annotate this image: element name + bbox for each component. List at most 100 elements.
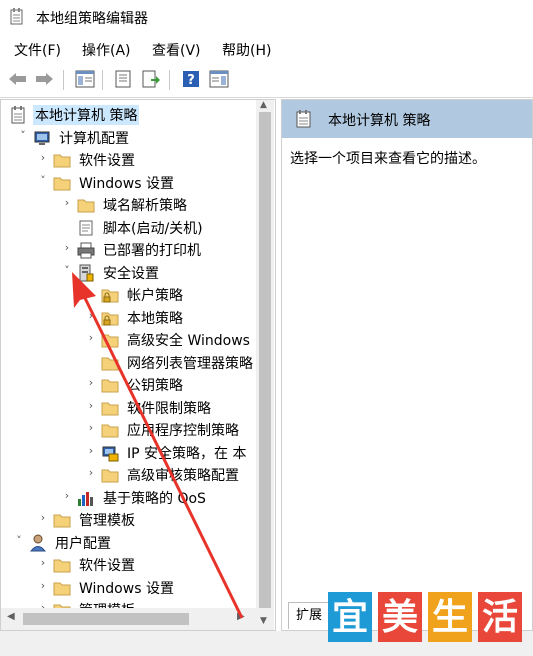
watermark-char: 宜 bbox=[328, 592, 372, 642]
policy-doc-icon bbox=[296, 110, 311, 128]
expand-chevron-icon[interactable]: › bbox=[37, 556, 49, 569]
tree-node-label: 本地策略 bbox=[127, 310, 183, 327]
folder-icon bbox=[101, 399, 119, 417]
properties-icon bbox=[115, 70, 131, 88]
collapse-chevron-icon[interactable]: ˅ bbox=[37, 174, 49, 187]
expand-chevron-icon[interactable]: › bbox=[85, 421, 97, 434]
tree-node-label: 管理模板 bbox=[79, 513, 135, 529]
action-pane-button[interactable] bbox=[208, 68, 230, 90]
folder-icon bbox=[53, 556, 71, 574]
expand-chevron-icon[interactable]: › bbox=[85, 286, 97, 299]
notepad-policy-icon bbox=[10, 8, 23, 25]
toolbar-separator bbox=[63, 70, 64, 90]
vertical-scrollbar[interactable]: ▲ ▼ bbox=[256, 100, 274, 630]
expand-chevron-icon[interactable]: › bbox=[85, 399, 97, 412]
collapse-chevron-icon[interactable]: ˅ bbox=[61, 264, 73, 277]
scroll-right-icon[interactable]: ▶ bbox=[237, 611, 245, 622]
result-pane-header: 本地计算机 策略 bbox=[282, 100, 532, 138]
show-tree-button[interactable] bbox=[74, 68, 96, 90]
help-button[interactable]: ? bbox=[180, 68, 202, 90]
folder-icon bbox=[101, 376, 119, 394]
tree-node-label: 软件设置 bbox=[79, 558, 135, 574]
expand-chevron-icon[interactable]: › bbox=[85, 309, 97, 322]
console-tree-pane[interactable]: 本地计算机 策略 ˅ 计算机配置 › 软件设置 ˅ Windows 设置 › 域名解析策略 脚本(… bbox=[0, 99, 276, 631]
tree-node-label: 计算机配置 bbox=[59, 130, 129, 147]
user-icon bbox=[29, 534, 47, 552]
show-tree-icon bbox=[75, 70, 95, 88]
folder-icon bbox=[53, 511, 71, 529]
folder-icon bbox=[53, 174, 71, 192]
show-hide-action-pane-icon bbox=[209, 70, 229, 88]
tree-node-label: 用户配置 bbox=[55, 535, 111, 552]
tree-node-label: Windows 设置 bbox=[79, 175, 174, 192]
export-icon bbox=[142, 70, 160, 88]
expand-chevron-icon[interactable]: › bbox=[85, 444, 97, 457]
watermark-logo: 宜 美 生 活 bbox=[326, 590, 526, 646]
toolbar-separator bbox=[102, 70, 103, 90]
tree-node-label: 域名解析策略 bbox=[103, 198, 187, 214]
tree-node-label: 安全设置 bbox=[103, 265, 159, 282]
tree-node-label: IP 安全策略，在 本 bbox=[127, 445, 247, 462]
watermark-char: 生 bbox=[428, 592, 472, 642]
watermark-char: 美 bbox=[378, 592, 422, 642]
menu-bar: 文件(F) 操作(A) 查看(V) 帮助(H) bbox=[0, 38, 533, 62]
chart-icon bbox=[77, 489, 95, 507]
result-pane-title: 本地计算机 策略 bbox=[328, 113, 431, 129]
tree-node-label: 基于策略的 QoS bbox=[103, 490, 206, 507]
collapse-chevron-icon[interactable]: ˅ bbox=[13, 534, 25, 547]
description-text: 选择一个项目来查看它的描述。 bbox=[290, 151, 486, 167]
window-title: 本地组策略编辑器 bbox=[36, 11, 148, 27]
tree-node-label: 已部署的打印机 bbox=[103, 243, 201, 259]
tree-node-label: 网络列表管理器策略 bbox=[127, 355, 253, 372]
help-icon: ? bbox=[183, 71, 199, 88]
expand-chevron-icon[interactable]: › bbox=[37, 511, 49, 524]
watermark-char: 活 bbox=[478, 592, 522, 642]
folder-icon bbox=[101, 354, 119, 372]
expand-chevron-icon[interactable]: › bbox=[85, 466, 97, 479]
expand-chevron-icon[interactable]: › bbox=[37, 579, 49, 592]
scrollbar-thumb[interactable] bbox=[259, 112, 271, 608]
scroll-up-icon[interactable]: ▲ bbox=[260, 100, 267, 110]
menu-view[interactable]: 查看(V) bbox=[152, 40, 201, 60]
folder-icon bbox=[53, 579, 71, 597]
tree-node-label: Windows 设置 bbox=[79, 580, 174, 597]
forward-button[interactable] bbox=[33, 68, 55, 90]
tab-extended[interactable]: 扩展 bbox=[288, 602, 330, 629]
expand-chevron-icon[interactable]: › bbox=[85, 331, 97, 344]
scrollbar-thumb[interactable] bbox=[23, 613, 189, 625]
policy-doc-icon bbox=[9, 106, 27, 124]
horizontal-scrollbar[interactable]: ◀ ▶ bbox=[1, 608, 256, 630]
back-button[interactable] bbox=[7, 68, 29, 90]
lock-folder-icon bbox=[101, 286, 119, 304]
expand-chevron-icon[interactable]: › bbox=[37, 151, 49, 164]
security-icon bbox=[77, 264, 95, 282]
title-bar: 本地组策略编辑器 bbox=[0, 0, 533, 34]
ip-security-icon bbox=[101, 444, 119, 462]
folder-icon bbox=[101, 331, 119, 349]
scroll-left-icon[interactable]: ◀ bbox=[7, 611, 15, 622]
export-button[interactable] bbox=[140, 68, 162, 90]
scroll-down-icon[interactable]: ▼ bbox=[260, 616, 267, 626]
tree-node-label: 高级安全 Windows bbox=[127, 333, 250, 349]
menu-help[interactable]: 帮助(H) bbox=[222, 40, 271, 60]
collapse-chevron-icon[interactable]: ˅ bbox=[17, 129, 29, 142]
computer-icon bbox=[33, 129, 51, 147]
expand-chevron-icon[interactable]: › bbox=[61, 489, 73, 502]
expand-chevron-icon[interactable]: › bbox=[61, 196, 73, 209]
properties-button[interactable] bbox=[112, 68, 134, 90]
menu-file[interactable]: 文件(F) bbox=[14, 40, 61, 60]
tree-node-label: 软件限制策略 bbox=[127, 400, 211, 417]
menu-action[interactable]: 操作(A) bbox=[82, 40, 131, 60]
script-icon bbox=[77, 219, 95, 237]
tree-node-label: 公钥策略 bbox=[127, 378, 183, 394]
toolbar-separator bbox=[169, 70, 170, 90]
tree-node-label: 帐户策略 bbox=[127, 288, 183, 304]
tree-node-label: 脚本(启动/关机) bbox=[103, 220, 203, 237]
tree-node-label: 软件设置 bbox=[79, 153, 135, 169]
expand-chevron-icon[interactable]: › bbox=[85, 376, 97, 389]
folder-icon bbox=[77, 196, 95, 214]
expand-chevron-icon[interactable]: › bbox=[61, 241, 73, 254]
tree-node-label: 应用程序控制策略 bbox=[127, 423, 239, 439]
toolbar: ? bbox=[0, 64, 533, 96]
lock-folder-icon bbox=[101, 309, 119, 327]
